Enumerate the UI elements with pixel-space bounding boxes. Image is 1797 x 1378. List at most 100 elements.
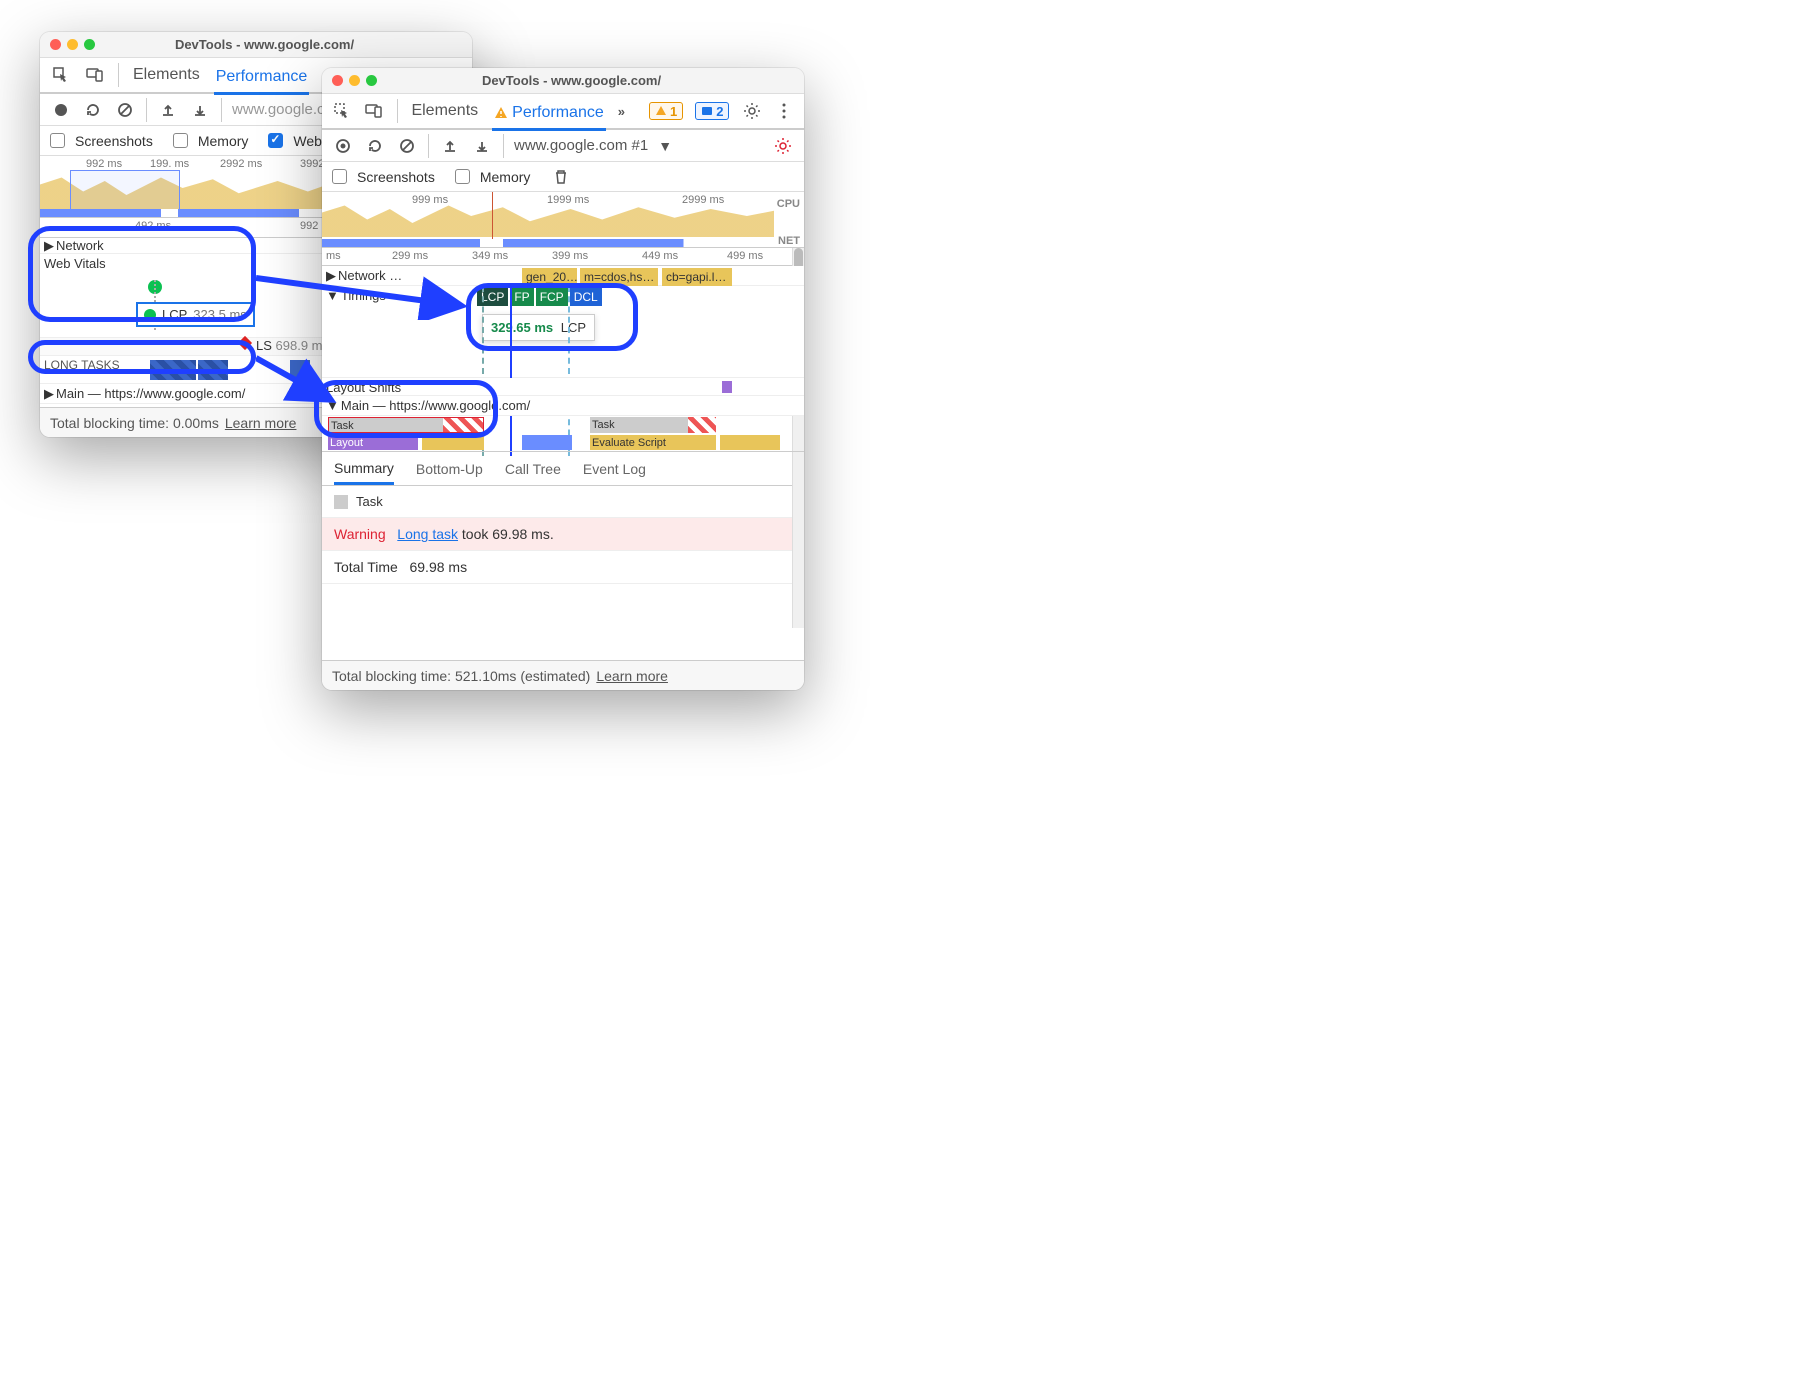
flame-row-1[interactable]: Task Task (322, 416, 804, 434)
tab-call-tree[interactable]: Call Tree (505, 461, 561, 477)
tab-event-log[interactable]: Event Log (583, 461, 646, 477)
tab-elements[interactable]: Elements (409, 96, 480, 126)
tooltip-value: 329.65 ms (491, 320, 553, 335)
script-bar[interactable] (422, 435, 484, 450)
close-icon[interactable] (50, 39, 61, 50)
chevron-right-icon[interactable]: ▶ (326, 268, 336, 283)
flame-row-2[interactable]: Layout Evaluate Script (322, 434, 804, 452)
tick: 992 ms (86, 158, 122, 170)
tab-summary[interactable]: Summary (334, 460, 394, 485)
check-web-vitals[interactable] (268, 133, 283, 148)
issues-info-badge[interactable]: 2 (695, 102, 729, 120)
long-task-stripes-icon (688, 417, 716, 433)
tab-bottom-up[interactable]: Bottom-Up (416, 461, 483, 477)
long-task-link[interactable]: Long task (397, 526, 458, 542)
kebab-icon[interactable] (774, 100, 794, 122)
divider (118, 63, 119, 87)
tick: 299 ms (392, 250, 428, 262)
perf-options: Screenshots Memory (322, 162, 804, 192)
perf-toolbar: www.google.com #1 ▼ (322, 130, 804, 162)
task-bar[interactable]: Task (590, 417, 716, 433)
reload-icon[interactable] (82, 99, 104, 121)
download-icon[interactable] (189, 99, 211, 121)
device-toggle-icon[interactable] (364, 100, 384, 122)
chevron-down-icon[interactable]: ▼ (326, 398, 339, 413)
clear-icon[interactable] (396, 135, 418, 157)
capture-settings-icon[interactable] (772, 135, 794, 157)
upload-icon[interactable] (157, 99, 179, 121)
download-icon[interactable] (471, 135, 493, 157)
network-block: cb=gapi.l… (662, 268, 732, 286)
titlebar: DevTools - www.google.com/ (322, 68, 804, 94)
network-track[interactable]: ▶Network … gen_20… m=cdos,hs… cb=gapi.l… (322, 266, 804, 286)
inspect-icon[interactable] (332, 100, 352, 122)
inspect-icon[interactable] (50, 64, 72, 86)
eval-bar[interactable]: Evaluate Script (590, 435, 716, 450)
ls-label: LS 698.9 m (256, 338, 323, 353)
overview-ruler: 999 ms 1999 ms 2999 ms (322, 192, 804, 206)
long-task-stripes-icon (443, 418, 483, 432)
divider (397, 99, 398, 123)
marker-dcl[interactable]: DCL (570, 288, 602, 306)
learn-more-link[interactable]: Learn more (225, 415, 297, 431)
chevron-down-icon[interactable]: ▼ (326, 288, 339, 303)
timing-markers: LCP FP FCP DCL (477, 288, 602, 306)
layout-bar[interactable]: Layout (328, 435, 418, 450)
devtools-window-b: DevTools - www.google.com/ Elements Perf… (322, 68, 804, 690)
lcp-label: LCP (162, 307, 187, 322)
screenshots-label: Screenshots (357, 169, 435, 185)
timing-tooltip: 329.65 ms LCP (482, 314, 595, 341)
trash-icon[interactable] (550, 166, 572, 188)
divider (146, 98, 147, 122)
recording-select[interactable]: www.google.com #1 (514, 137, 648, 154)
chevron-down-icon[interactable]: ▼ (658, 138, 672, 154)
check-screenshots[interactable] (332, 169, 347, 184)
titlebar: DevTools - www.google.com/ (40, 32, 472, 58)
script-bar[interactable] (522, 435, 572, 450)
clear-icon[interactable] (114, 99, 136, 121)
reload-icon[interactable] (364, 135, 386, 157)
memory-label: Memory (198, 133, 249, 149)
more-tabs[interactable]: » (618, 104, 625, 119)
upload-icon[interactable] (439, 135, 461, 157)
timings-track[interactable]: ▼Timings LCP FP FCP DCL 329.65 ms LCP (322, 286, 804, 378)
issues-warn-badge[interactable]: 1 (649, 102, 683, 120)
task-bar[interactable]: Task (328, 417, 484, 433)
overview-panel[interactable]: 999 ms 1999 ms 2999 ms CPU NET (322, 192, 804, 248)
record-icon[interactable] (50, 99, 72, 121)
task-swatch-icon (334, 495, 348, 509)
record-icon[interactable] (332, 135, 354, 157)
script-bar[interactable] (720, 435, 780, 450)
tab-performance[interactable]: Performance (214, 62, 310, 95)
tick: 2992 ms (220, 158, 262, 170)
tick: 492 ms (135, 220, 171, 232)
network-block: m=cdos,hs… (580, 268, 658, 286)
network-block: gen_20… (522, 268, 577, 286)
layout-shifts-track[interactable]: Layout Shifts (322, 378, 804, 396)
device-toggle-icon[interactable] (84, 64, 106, 86)
viewport-handle[interactable] (70, 170, 180, 210)
check-screenshots[interactable] (50, 133, 65, 148)
web-vitals-header: Web Vitals (44, 256, 106, 271)
tick: 449 ms (642, 250, 678, 262)
tick: 399 ms (552, 250, 588, 262)
lcp-value: 323.5 ms (193, 307, 246, 322)
check-memory[interactable] (173, 133, 188, 148)
learn-more-link[interactable]: Learn more (596, 668, 668, 684)
tab-elements[interactable]: Elements (131, 60, 202, 90)
detail-ruler: ms 299 ms 349 ms 399 ms 449 ms 499 ms (322, 248, 804, 266)
panel-tabs: Elements Performance » 1 2 (322, 94, 804, 130)
tick: 1999 ms (547, 194, 589, 206)
window-title: DevTools - www.google.com/ (67, 37, 462, 52)
chevron-right-icon[interactable]: ▶ (44, 386, 54, 401)
check-memory[interactable] (455, 169, 470, 184)
lcp-badge[interactable]: LCP 323.5 ms (136, 302, 255, 327)
chevron-right-icon[interactable]: ▶ (44, 238, 54, 253)
gear-icon[interactable] (741, 100, 761, 122)
marker-fp[interactable]: FP (510, 288, 533, 306)
main-track-header[interactable]: ▼Main — https://www.google.com/ (322, 396, 804, 416)
tab-performance[interactable]: Performance (492, 98, 606, 131)
marker-fcp[interactable]: FCP (536, 288, 568, 306)
long-task-bar (150, 360, 196, 380)
close-icon[interactable] (332, 75, 343, 86)
